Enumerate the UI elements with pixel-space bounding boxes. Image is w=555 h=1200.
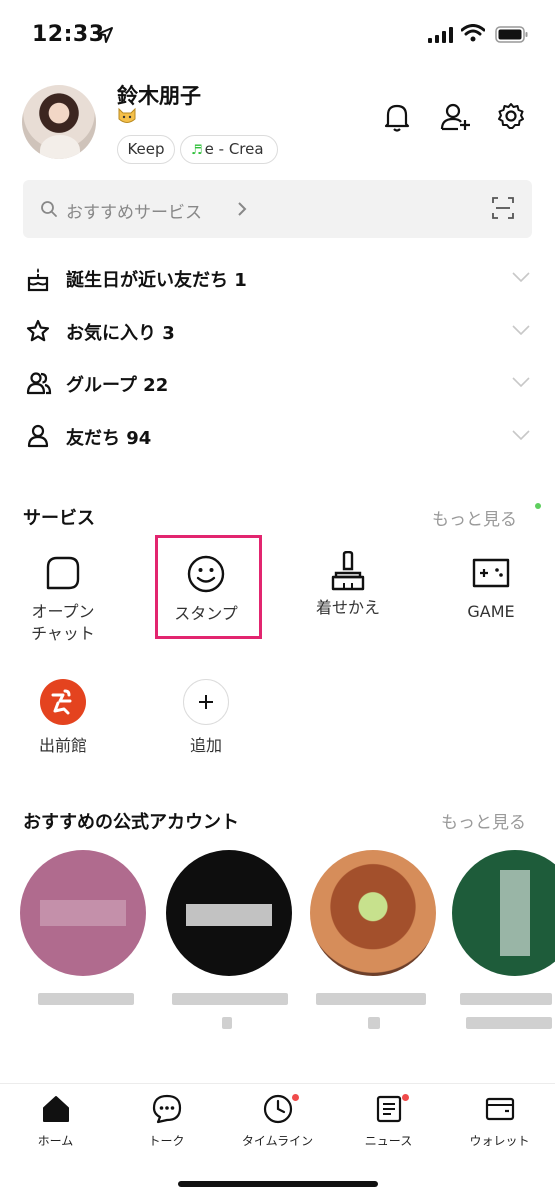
cellular-signal-icon	[428, 27, 453, 43]
blurred-account-name	[316, 993, 426, 1005]
group-icon	[26, 372, 52, 395]
notification-dot	[292, 1094, 299, 1101]
friend-row-label: お気に入り 3	[66, 323, 175, 344]
official-account-avatar[interactable]	[452, 850, 555, 976]
battery-icon	[495, 26, 528, 43]
official-account-avatar[interactable]	[20, 850, 146, 976]
service-label: 着せかえ	[315, 598, 380, 617]
tab-talk[interactable]: トーク	[111, 1094, 222, 1149]
friend-row-friends[interactable]: 友だち 94	[0, 411, 555, 463]
chevron-down-icon	[512, 325, 530, 335]
tab-news[interactable]: ニュース	[333, 1094, 444, 1149]
official-accounts-title: おすすめの公式アカウント	[23, 812, 239, 833]
chevron-down-icon	[512, 430, 530, 440]
bell-icon[interactable]	[384, 102, 410, 132]
service-label: GAME	[467, 602, 515, 621]
tab-home[interactable]: ホーム	[0, 1094, 111, 1149]
profile-header: 鈴木朋子 Keep ♬ e - Crea	[0, 80, 555, 170]
wifi-icon	[461, 24, 485, 42]
official-account-avatar[interactable]	[310, 850, 436, 976]
friend-row-label: 友だち 94	[66, 428, 152, 449]
keep-chip[interactable]: Keep	[117, 135, 175, 164]
person-icon	[27, 424, 49, 448]
services-more-link[interactable]: もっと見る	[432, 505, 517, 530]
friend-row-birthday[interactable]: 誕生日が近い友だち 1	[0, 253, 555, 305]
tab-label: ウォレット	[469, 1134, 530, 1148]
service-label: 追加	[189, 736, 222, 755]
service-game[interactable]: GAME	[436, 555, 546, 623]
blurred-account-name	[368, 1017, 380, 1029]
home-indicator	[178, 1181, 378, 1187]
stamp-highlight-frame	[155, 535, 262, 639]
services-title: サービス	[23, 508, 95, 529]
blurred-account-name	[460, 993, 552, 1005]
location-arrow-icon	[97, 27, 113, 43]
gamepad-icon	[472, 558, 510, 588]
news-icon	[376, 1095, 401, 1123]
blurred-account-name	[466, 1017, 552, 1029]
music-chip[interactable]: ♬ e - Crea	[180, 135, 278, 164]
cat-emoji-icon	[118, 107, 136, 123]
service-label: 出前館	[38, 736, 87, 755]
status-time: 12:33	[32, 22, 105, 47]
service-theme[interactable]: 着せかえ	[293, 551, 403, 619]
brush-icon	[331, 551, 365, 591]
search-placeholder: おすすめサービス	[66, 203, 202, 223]
blurred-account-name	[38, 993, 134, 1005]
clock-icon	[263, 1094, 292, 1124]
status-bar: 12:33	[0, 0, 555, 70]
tab-wallet[interactable]: ウォレット	[444, 1094, 555, 1149]
tab-label: ニュース	[364, 1134, 413, 1148]
plus-icon	[183, 679, 229, 725]
friend-row-label: 誕生日が近い友だち 1	[66, 270, 247, 291]
blurred-account-name	[172, 993, 288, 1005]
official-account-avatar[interactable]	[166, 850, 292, 976]
open-chat-icon	[46, 556, 80, 590]
profile-name[interactable]: 鈴木朋子	[117, 80, 201, 110]
home-icon	[42, 1096, 69, 1122]
friend-row-label: グループ 22	[66, 375, 169, 396]
avatar[interactable]	[22, 85, 96, 159]
tab-timeline[interactable]: タイムライン	[222, 1094, 333, 1149]
service-add[interactable]: 追加	[151, 679, 261, 757]
blurred-account-name	[222, 1017, 232, 1029]
new-indicator-dot	[535, 503, 541, 509]
demaekan-icon	[40, 679, 86, 725]
birthday-cake-icon	[27, 268, 49, 292]
wallet-icon	[485, 1097, 514, 1121]
service-open-chat[interactable]: オープン チャット	[8, 555, 118, 645]
star-icon	[26, 319, 50, 342]
friend-row-favorites[interactable]: お気に入り 3	[0, 306, 555, 358]
notification-dot	[402, 1094, 409, 1101]
search-icon	[41, 201, 57, 217]
chevron-down-icon	[512, 377, 530, 387]
music-note-icon: ♬	[191, 143, 203, 158]
search-bar[interactable]: おすすめサービス	[23, 180, 532, 238]
service-demaekan[interactable]: 出前館	[8, 679, 118, 757]
service-label: オープン チャット	[31, 602, 95, 643]
chevron-right-icon	[238, 202, 247, 216]
chat-icon	[152, 1094, 181, 1124]
friend-row-groups[interactable]: グループ 22	[0, 358, 555, 410]
gear-icon[interactable]	[497, 102, 525, 130]
scan-icon[interactable]	[492, 197, 514, 219]
tab-label: タイムライン	[241, 1134, 314, 1148]
music-chip-label: e - Crea	[204, 140, 264, 158]
tab-label: ホーム	[37, 1134, 74, 1148]
add-friend-icon[interactable]	[440, 102, 472, 132]
tab-label: トーク	[148, 1134, 185, 1148]
chevron-down-icon	[512, 272, 530, 282]
official-accounts-more-link[interactable]: もっと見る	[441, 808, 526, 833]
